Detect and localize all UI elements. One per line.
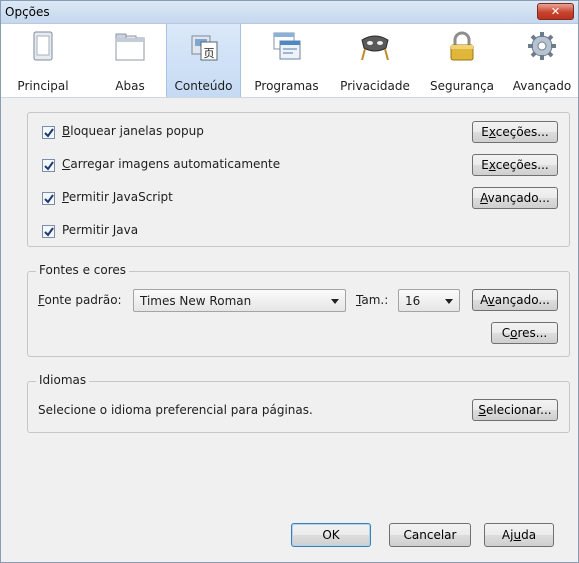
languages-group: Idiomas Selecione o idioma preferencial …: [27, 373, 570, 433]
languages-description: Selecione o idioma preferencial para pág…: [38, 403, 313, 417]
fonts-advanced-button[interactable]: Avançado...: [472, 289, 558, 311]
enable-javascript-label[interactable]: Permitir JavaScript: [62, 190, 173, 204]
tab-privacidade[interactable]: Privacidade: [335, 24, 415, 97]
load-images-checkbox[interactable]: [42, 159, 55, 172]
default-font-select[interactable]: Times New Roman: [133, 289, 346, 312]
font-size-value: 16: [405, 294, 421, 308]
applications-icon: [273, 32, 300, 60]
fonts-colors-legend: Fontes e cores: [36, 263, 130, 277]
chevron-down-icon: [445, 299, 453, 304]
check-icon: [44, 194, 54, 204]
content-page-icon: 页: [191, 35, 217, 61]
gear-icon: [528, 32, 556, 60]
load-images-label[interactable]: Carregar imagens automaticamente: [62, 157, 280, 171]
padlock-icon: [450, 31, 474, 61]
enable-javascript-checkbox[interactable]: [42, 192, 55, 205]
tab-label: Programas: [254, 79, 319, 93]
chevron-down-icon: [331, 299, 339, 304]
check-icon: [44, 128, 54, 138]
colors-button[interactable]: Cores...: [491, 322, 558, 344]
close-button[interactable]: ✕: [537, 3, 574, 20]
default-font-value: Times New Roman: [140, 294, 252, 308]
mask-icon: [361, 35, 389, 61]
tab-avancado[interactable]: Avançado: [506, 24, 578, 97]
tab-label: Conteúdo: [174, 79, 233, 93]
select-language-button[interactable]: Selecionar...: [472, 399, 558, 421]
options-dialog: Opções ✕ Principal Abas 页 Conteúdo Progr…: [0, 0, 579, 563]
svg-text:页: 页: [203, 47, 214, 60]
tab-label: Abas: [115, 79, 145, 93]
tab-principal[interactable]: Principal: [5, 24, 81, 97]
tab-seguranca[interactable]: Segurança: [426, 24, 498, 97]
enable-java-checkbox[interactable]: [42, 225, 55, 238]
tab-label: Segurança: [429, 79, 495, 93]
enable-java-label[interactable]: Permitir Java: [62, 223, 138, 237]
block-popups-label[interactable]: Bloquear janelas popup: [62, 124, 204, 138]
switch-icon: [33, 31, 53, 61]
window-title: Opções: [5, 5, 50, 19]
tab-conteudo[interactable]: 页 Conteúdo: [166, 24, 241, 97]
tab-abas[interactable]: Abas: [104, 24, 156, 97]
content-panel: Bloquear janelas popup Carregar imagens …: [2, 98, 578, 562]
check-icon: [44, 227, 54, 237]
tab-label: Principal: [17, 79, 69, 93]
content-options-group: Bloquear janelas popup Carregar imagens …: [27, 112, 570, 247]
tab-label: Avançado: [512, 79, 572, 93]
default-font-label: Fonte padrão:: [38, 293, 122, 307]
ok-button[interactable]: OK: [291, 523, 371, 547]
tabs-window-icon: [115, 33, 145, 61]
check-icon: [44, 161, 54, 171]
tab-label: Privacidade: [340, 79, 410, 93]
fonts-colors-group: Fontes e cores Fonte padrão: Times New R…: [27, 263, 570, 357]
category-toolbar: Principal Abas 页 Conteúdo Programas Priv…: [1, 24, 578, 98]
javascript-advanced-button[interactable]: Avançado...: [472, 187, 558, 209]
font-size-label: Tam.:: [356, 293, 389, 307]
font-size-select[interactable]: 16: [398, 289, 460, 312]
tab-programas[interactable]: Programas: [247, 24, 326, 97]
popup-exceptions-button[interactable]: Exceções...: [472, 121, 558, 143]
cancel-button[interactable]: Cancelar: [389, 523, 471, 547]
title-bar: Opções ✕: [1, 1, 578, 24]
images-exceptions-button[interactable]: Exceções...: [472, 154, 558, 176]
languages-legend: Idiomas: [36, 373, 90, 387]
help-button[interactable]: Ajuda: [484, 523, 554, 547]
block-popups-checkbox[interactable]: [42, 126, 55, 139]
